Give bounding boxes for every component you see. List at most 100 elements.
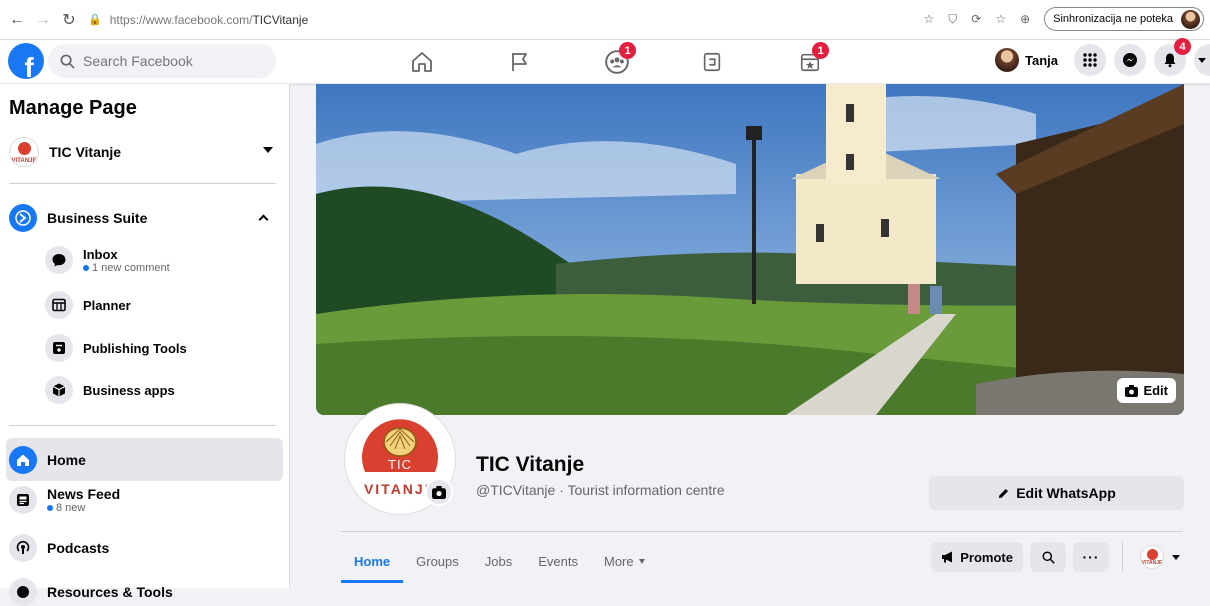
edit-whatsapp-button[interactable]: Edit WhatsApp xyxy=(929,476,1184,510)
sidebar-item-news-feed[interactable]: News Feed 8 new xyxy=(9,486,281,514)
profile-avatar xyxy=(1181,10,1200,29)
sidebar-item-resources-tools[interactable]: Resources & Tools xyxy=(9,578,281,606)
nav-page-manager[interactable]: 1 xyxy=(794,42,829,76)
sidebar-item-publishing-tools[interactable]: Publishing Tools xyxy=(45,334,285,362)
search-page-button[interactable] xyxy=(1030,542,1066,572)
business-suite-icon xyxy=(9,204,37,232)
home-icon xyxy=(9,445,37,474)
address-bar[interactable]: 🔒 https://www.facebook.com/TICVitanje xyxy=(88,13,308,27)
tab-groups-label: Groups xyxy=(416,553,459,569)
divider xyxy=(1122,542,1123,572)
search-input[interactable] xyxy=(83,53,253,69)
reload-icon[interactable]: ↻ xyxy=(56,7,82,33)
sidebar-item-planner[interactable]: Planner xyxy=(45,291,285,319)
search-box[interactable] xyxy=(48,44,276,78)
news-feed-label: News Feed xyxy=(47,486,121,502)
messenger-icon xyxy=(1123,53,1137,67)
notifications-button[interactable]: 4 xyxy=(1154,38,1191,76)
resources-icon xyxy=(9,578,37,606)
extensions-icon[interactable]: ⟳ xyxy=(971,12,981,26)
sidebar-item-podcasts[interactable]: Podcasts xyxy=(9,534,281,562)
nav-home[interactable] xyxy=(406,48,438,76)
messenger-button[interactable] xyxy=(1114,44,1146,76)
update-profile-photo-button[interactable] xyxy=(425,478,453,506)
favorite-add-icon[interactable]: ☆ xyxy=(923,12,934,26)
user-name: Tanja xyxy=(1025,52,1058,68)
switch-profile-button[interactable]: VITANJE xyxy=(1136,542,1184,572)
sidebar-item-home[interactable]: Home xyxy=(6,438,283,481)
business-suite-label: Business Suite xyxy=(47,210,148,226)
divider xyxy=(9,183,276,184)
sync-status-button[interactable]: Sinhronizacija ne poteka xyxy=(1044,7,1204,31)
chevron-up-icon[interactable] xyxy=(258,214,269,225)
logo-tic-text: TIC xyxy=(388,457,412,472)
publishing-tools-icon xyxy=(45,334,73,362)
edit-whatsapp-label: Edit WhatsApp xyxy=(1016,485,1116,501)
shield-icon[interactable]: ⛉ xyxy=(948,12,957,27)
sidebar-item-business-apps[interactable]: Business apps xyxy=(45,376,285,404)
nav-gaming[interactable] xyxy=(696,48,728,76)
notifications-badge: 4 xyxy=(1174,38,1191,55)
gaming-icon xyxy=(703,52,721,72)
inbox-status: 1 new comment xyxy=(83,262,170,274)
nav-groups[interactable]: 1 xyxy=(601,42,636,76)
camera-icon xyxy=(432,485,446,499)
divider xyxy=(341,531,1183,532)
chevron-down-icon xyxy=(1198,57,1206,63)
podcasts-label: Podcasts xyxy=(47,540,110,556)
sidebar-item-inbox[interactable]: Inbox 1 new comment xyxy=(45,246,285,274)
browser-toolbar: ← → ↻ 🔒 https://www.facebook.com/TICVita… xyxy=(0,0,1210,40)
facebook-logo[interactable]: f xyxy=(8,43,44,79)
podcast-icon xyxy=(9,534,37,562)
edit-cover-button[interactable]: Edit xyxy=(1117,378,1176,403)
cube-icon xyxy=(45,376,73,404)
promote-label: Promote xyxy=(960,549,1013,565)
page-actions: Promote ··· VITANJE xyxy=(931,542,1184,572)
tab-events[interactable]: Events xyxy=(525,541,591,581)
more-options-button[interactable]: ··· xyxy=(1073,542,1109,572)
tab-home[interactable]: Home xyxy=(341,541,404,583)
tab-groups[interactable]: Groups xyxy=(403,541,472,581)
menu-button[interactable] xyxy=(1074,44,1106,76)
home-icon xyxy=(412,52,432,72)
search-icon xyxy=(1041,550,1055,564)
profile-picture[interactable]: TIC VITANJE xyxy=(345,404,455,514)
pages-badge: 1 xyxy=(812,42,829,59)
tab-more[interactable]: More xyxy=(591,541,658,581)
forward-icon[interactable]: → xyxy=(30,7,56,33)
page-logo-small: VITANJE xyxy=(1140,545,1164,569)
camera-icon xyxy=(1125,384,1139,397)
edit-cover-label: Edit xyxy=(1143,383,1168,398)
caret-down-icon xyxy=(1172,554,1180,560)
tab-jobs[interactable]: Jobs xyxy=(472,541,525,581)
lock-icon: 🔒 xyxy=(88,14,102,26)
collections-icon[interactable]: ⊕ xyxy=(1020,12,1030,26)
nav-pages[interactable] xyxy=(504,48,536,76)
back-icon[interactable]: ← xyxy=(4,7,30,33)
chat-bubble-icon xyxy=(45,246,73,274)
business-apps-label: Business apps xyxy=(83,382,175,398)
account-button[interactable] xyxy=(1194,44,1210,76)
inbox-label: Inbox xyxy=(83,246,118,262)
facebook-header: f 1 1 Tanja 4 xyxy=(0,38,1210,84)
sync-label: Sinhronizacija ne poteka xyxy=(1053,13,1173,25)
business-suite-row[interactable]: Business Suite xyxy=(9,204,281,232)
user-profile-chip[interactable]: Tanja xyxy=(995,48,1066,72)
resources-tools-label: Resources & Tools xyxy=(47,584,173,600)
news-feed-status: 8 new xyxy=(47,502,120,514)
cover-photo-image xyxy=(316,84,1184,415)
flag-icon xyxy=(512,53,527,71)
page-handle-category: @TICVitanje · Tourist information centre xyxy=(476,482,725,498)
pencil-icon xyxy=(999,488,1009,498)
promote-button[interactable]: Promote xyxy=(931,542,1023,572)
url-prefix: https://www.facebook.com/ xyxy=(109,12,253,27)
favorites-icon[interactable]: ☆ xyxy=(995,12,1006,26)
page-selector[interactable]: VITANJE TIC Vitanje xyxy=(9,132,281,172)
groups-badge: 1 xyxy=(619,42,636,59)
bell-icon xyxy=(1164,53,1176,68)
home-label: Home xyxy=(47,451,86,468)
caret-down-icon xyxy=(638,558,645,564)
megaphone-icon xyxy=(942,551,953,563)
planner-label: Planner xyxy=(83,297,131,313)
search-icon xyxy=(60,54,75,69)
